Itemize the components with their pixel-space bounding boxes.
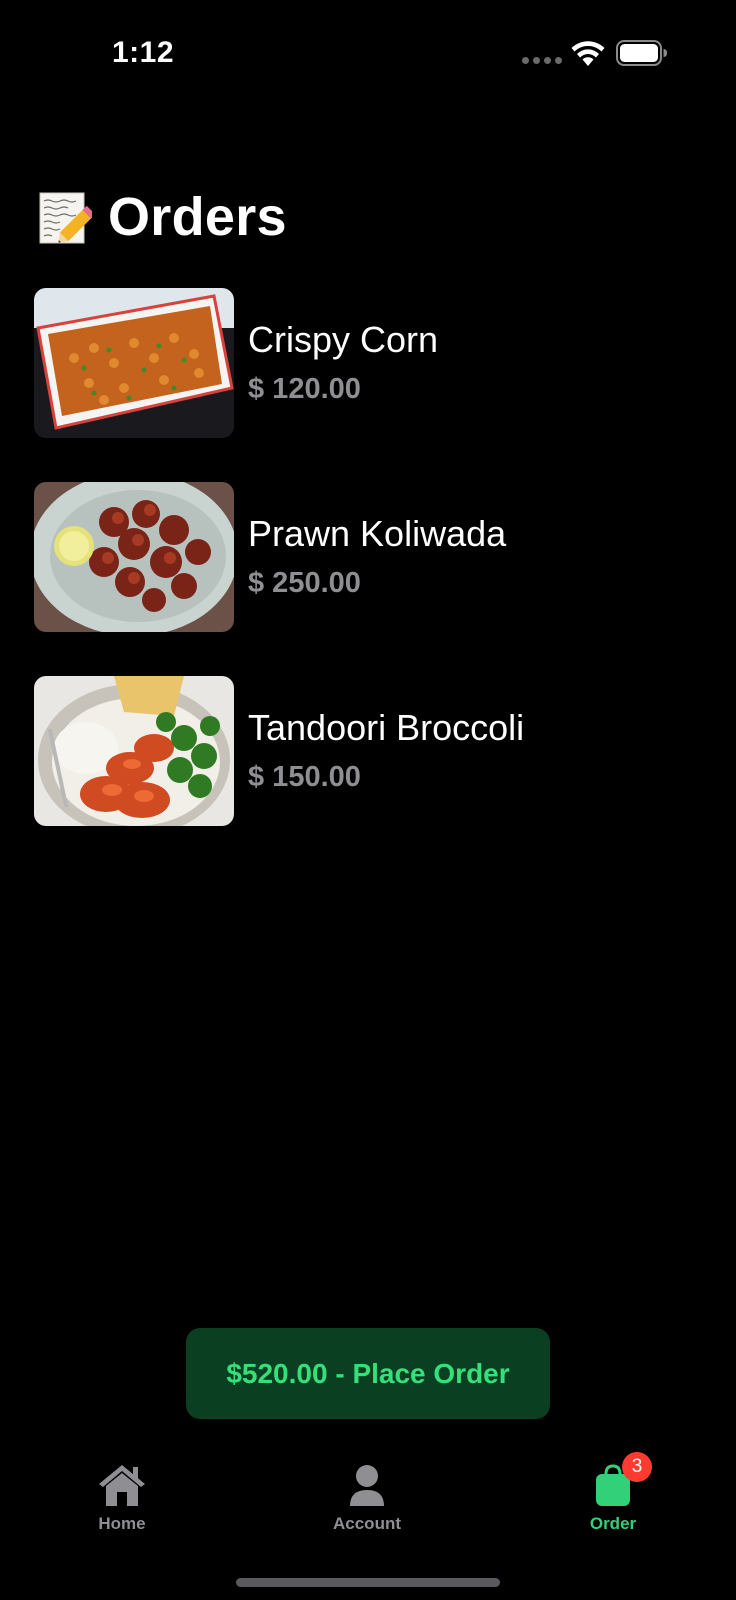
status-time: 1:12 [112,36,175,69]
order-item[interactable]: Tandoori Broccoli $ 150.00 [34,676,714,826]
order-item[interactable]: Prawn Koliwada $ 250.00 [34,482,714,632]
home-icon [97,1462,147,1508]
order-item[interactable]: Crispy Corn $ 120.00 [34,288,714,438]
tab-bar: Home Account 3 Order [0,1452,736,1562]
orders-list: Crispy Corn $ 120.00 Prawn Koliwada $ 25… [34,288,714,870]
prawn-koliwada-image [34,482,234,632]
tab-account[interactable]: Account [307,1462,427,1534]
page-header: Orders [38,186,287,248]
memo-icon [38,189,96,245]
crispy-corn-image [34,288,234,438]
tab-home[interactable]: Home [62,1462,182,1534]
page-title: Orders [108,187,287,247]
tab-account-label: Account [333,1514,401,1533]
wifi-icon [571,41,605,66]
order-item-price: $ 120.00 [248,373,361,405]
cellular-signal-icon [522,57,562,64]
order-item-price: $ 150.00 [248,761,361,793]
status-bar: 1:12 [0,0,736,110]
home-indicator [236,1578,500,1587]
tab-order-label: Order [589,1514,637,1533]
bag-icon: 3 [588,1452,652,1508]
battery-icon [616,40,667,66]
order-item-name: Crispy Corn [248,319,439,360]
order-item-name: Prawn Koliwada [248,513,507,554]
tab-home-label: Home [98,1514,146,1533]
order-item-name: Tandoori Broccoli [248,707,525,748]
tandoori-broccoli-image [34,676,234,826]
order-count-badge: 3 [622,1452,652,1482]
person-icon [342,1462,392,1508]
order-item-price: $ 250.00 [248,567,361,599]
place-order-button[interactable]: $520.00 - Place Order [186,1328,550,1419]
tab-order[interactable]: 3 Order [553,1452,673,1534]
